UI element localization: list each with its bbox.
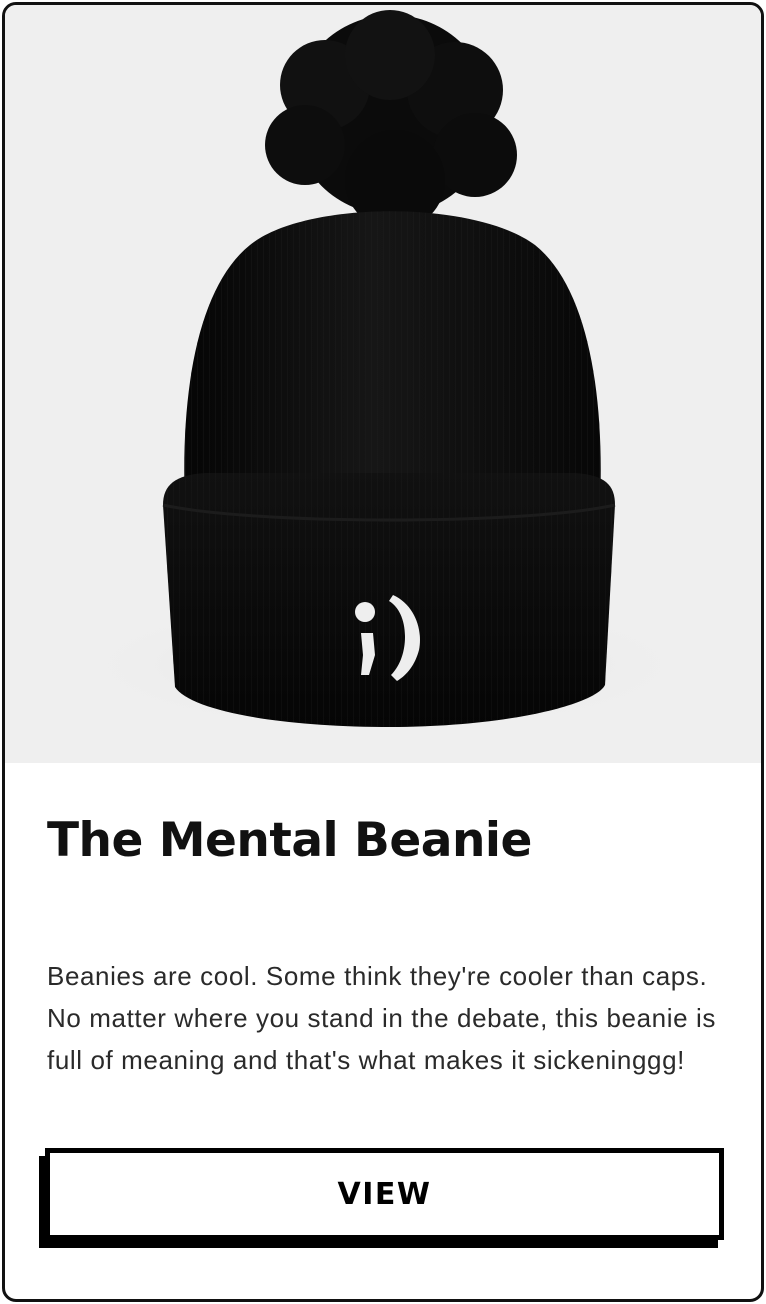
pom-pom xyxy=(265,10,517,230)
beanie-illustration xyxy=(75,10,695,735)
view-button[interactable]: VIEW xyxy=(45,1148,724,1240)
product-card[interactable]: The Mental Beanie Beanies are cool. Some… xyxy=(2,2,764,1302)
product-description: Beanies are cool. Some think they're coo… xyxy=(47,961,716,1075)
product-image[interactable] xyxy=(5,5,761,763)
product-title: The Mental Beanie xyxy=(47,813,532,868)
